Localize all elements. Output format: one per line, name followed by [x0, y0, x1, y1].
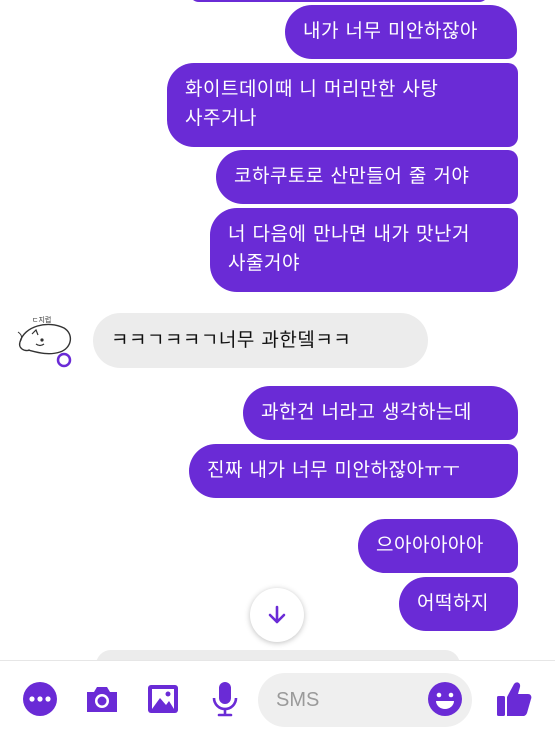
gallery-button[interactable] [143, 679, 183, 719]
message-received-partial [96, 650, 460, 660]
message-text: 코하쿠토로 산만들어 줄 거야 [234, 165, 470, 187]
message-sent[interactable]: 어떡하지 [399, 577, 518, 631]
thumbs-up-icon [497, 682, 532, 716]
message-text: 사주거나 [185, 107, 257, 129]
message-text: 사줄거야 [228, 252, 300, 274]
sms-placeholder: SMS [276, 689, 320, 711]
svg-text:ㄷ지럽: ㄷ지럽 [32, 315, 51, 324]
more-icon [23, 682, 57, 716]
scroll-to-bottom-button[interactable] [250, 588, 304, 642]
arrow-down-icon [268, 605, 286, 624]
contact-avatar[interactable]: ㄷ지럽 [14, 312, 76, 370]
previous-bubble-edge [189, 0, 489, 2]
camera-icon [87, 687, 117, 712]
message-sent[interactable]: 내가 너무 미안하잖아 [285, 5, 517, 59]
message-sent[interactable]: 코하쿠토로 산만들어 줄 거야 [216, 150, 518, 204]
emoji-button[interactable] [425, 679, 465, 719]
message-text: 과한건 너라고 생각하는데 [261, 401, 472, 423]
gallery-icon [148, 685, 178, 713]
message-text: 진짜 내가 너무 미안하잖아ㅠㅜ [207, 459, 461, 481]
camera-button[interactable] [82, 679, 122, 719]
message-sent[interactable]: 화이트데이때 니 머리만한 사탕 사주거나 [167, 63, 518, 147]
composer-bar: SMS [0, 660, 555, 741]
message-text: ㅋㅋㄱㅋㅋㄱ너무 과한뎈ㅋㅋ [111, 329, 352, 351]
thumbs-up-button[interactable] [494, 679, 534, 719]
message-thread[interactable]: 내가 너무 미안하잖아 화이트데이때 니 머리만한 사탕 사주거나 코하쿠토로 … [0, 0, 555, 660]
message-sent[interactable]: 너 다음에 만나면 내가 맛난거 사줄거야 [210, 208, 518, 292]
voice-button[interactable] [205, 679, 245, 719]
message-text: 내가 너무 미안하잖아 [303, 20, 478, 42]
message-sent[interactable]: 으아아아아아 [358, 519, 518, 573]
message-sent[interactable]: 과한건 너라고 생각하는데 [243, 386, 518, 440]
message-sent[interactable]: 진짜 내가 너무 미안하잖아ㅠㅜ [189, 444, 518, 498]
emoji-icon [428, 682, 462, 716]
message-received[interactable]: ㅋㅋㄱㅋㅋㄱ너무 과한뎈ㅋㅋ [93, 313, 428, 368]
microphone-icon [212, 682, 238, 717]
more-button[interactable] [20, 679, 60, 719]
message-text: 너 다음에 만나면 내가 맛난거 [228, 223, 470, 245]
message-text: 화이트데이때 니 머리만한 사탕 [185, 78, 439, 100]
message-text: 으아아아아아 [376, 534, 484, 556]
message-text: 어떡하지 [417, 592, 489, 614]
